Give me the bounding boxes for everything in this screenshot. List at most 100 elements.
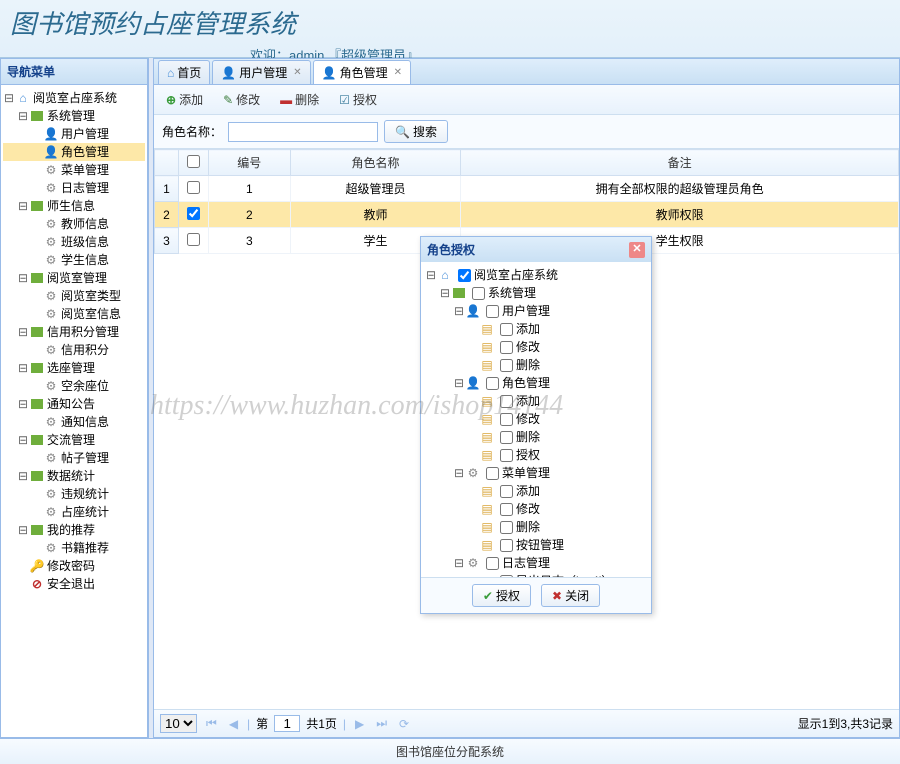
table-row[interactable]: 22教师教师权限 xyxy=(155,202,899,228)
perm-tree-item[interactable]: ⊟👤用户管理 xyxy=(425,302,647,320)
nav-item[interactable]: ⊟交流管理 xyxy=(3,431,145,449)
col-header[interactable]: 角色名称 xyxy=(290,150,461,176)
tree-toggle-icon[interactable]: ⊟ xyxy=(453,374,465,392)
nav-item[interactable]: ⊟系统管理 xyxy=(3,107,145,125)
perm-tree-item[interactable]: ▤删除 xyxy=(425,356,647,374)
perm-checkbox[interactable] xyxy=(500,395,513,408)
nav-item[interactable]: ⚙信用积分 xyxy=(3,341,145,359)
tab[interactable]: 👤角色管理✕ xyxy=(313,60,411,84)
perm-checkbox[interactable] xyxy=(486,467,499,480)
perm-checkbox[interactable] xyxy=(500,341,513,354)
nav-item[interactable]: ⊟选座管理 xyxy=(3,359,145,377)
perm-checkbox[interactable] xyxy=(500,449,513,462)
nav-item[interactable]: ⊟通知公告 xyxy=(3,395,145,413)
tree-toggle-icon[interactable]: ⊟ xyxy=(17,269,29,287)
nav-item[interactable]: ⚙菜单管理 xyxy=(3,161,145,179)
nav-item[interactable]: ⚙教师信息 xyxy=(3,215,145,233)
nav-item[interactable]: ⊘安全退出 xyxy=(3,575,145,593)
search-input[interactable] xyxy=(228,122,378,142)
col-header[interactable]: 备注 xyxy=(461,150,899,176)
nav-item[interactable]: ⚙班级信息 xyxy=(3,233,145,251)
next-page-button[interactable]: ▶ xyxy=(352,717,367,731)
tree-toggle-icon[interactable]: ⊟ xyxy=(453,302,465,320)
perm-tree-item[interactable]: ▤修改 xyxy=(425,338,647,356)
row-checkbox[interactable] xyxy=(187,207,200,220)
refresh-button[interactable]: ⟳ xyxy=(396,717,412,731)
add-button[interactable]: ⊕添加 xyxy=(160,89,209,110)
perm-tree-item[interactable]: ▤授权 xyxy=(425,446,647,464)
dialog-ok-button[interactable]: ✔授权 xyxy=(472,584,531,607)
tab[interactable]: 👤用户管理✕ xyxy=(212,60,310,84)
perm-checkbox[interactable] xyxy=(500,413,513,426)
col-header[interactable]: 编号 xyxy=(209,150,291,176)
tree-toggle-icon[interactable]: ⊟ xyxy=(17,395,29,413)
tree-toggle-icon[interactable]: ⊟ xyxy=(439,284,451,302)
last-page-button[interactable]: ⏭ xyxy=(373,716,390,731)
perm-tree-item[interactable]: ▤添加 xyxy=(425,320,647,338)
nav-item[interactable]: ⊟⌂阅览室占座系统 xyxy=(3,89,145,107)
nav-item[interactable]: ⚙阅览室信息 xyxy=(3,305,145,323)
tab[interactable]: ⌂首页 xyxy=(158,60,210,84)
perm-checkbox[interactable] xyxy=(500,359,513,372)
page-input[interactable] xyxy=(274,715,300,732)
tree-toggle-icon[interactable]: ⊟ xyxy=(17,323,29,341)
perm-checkbox[interactable] xyxy=(486,377,499,390)
perm-tree-item[interactable]: ▤修改 xyxy=(425,410,647,428)
perm-tree-item[interactable]: ⊟⌂阅览室占座系统 xyxy=(425,266,647,284)
perm-checkbox[interactable] xyxy=(500,323,513,336)
tab-close-icon[interactable]: ✕ xyxy=(394,67,402,78)
nav-item[interactable]: ⊟师生信息 xyxy=(3,197,145,215)
search-button[interactable]: 🔍搜索 xyxy=(384,120,448,143)
first-page-button[interactable]: ⏮ xyxy=(203,716,220,731)
perm-tree-item[interactable]: ⊟👤角色管理 xyxy=(425,374,647,392)
tree-toggle-icon[interactable]: ⊟ xyxy=(17,467,29,485)
pagesize-select[interactable]: 10 xyxy=(160,714,197,733)
select-all-checkbox[interactable] xyxy=(187,155,200,168)
tree-toggle-icon[interactable]: ⊟ xyxy=(425,266,437,284)
tree-toggle-icon[interactable]: ⊟ xyxy=(17,521,29,539)
perm-checkbox[interactable] xyxy=(458,269,471,282)
nav-item[interactable]: 🔑修改密码 xyxy=(3,557,145,575)
nav-item[interactable]: 👤用户管理 xyxy=(3,125,145,143)
perm-checkbox[interactable] xyxy=(486,557,499,570)
auth-button[interactable]: ☑授权 xyxy=(333,89,383,110)
perm-checkbox[interactable] xyxy=(500,485,513,498)
nav-item[interactable]: ⊟信用积分管理 xyxy=(3,323,145,341)
table-row[interactable]: 11超级管理员拥有全部权限的超级管理员角色 xyxy=(155,176,899,202)
perm-tree-item[interactable]: ⊟⚙菜单管理 xyxy=(425,464,647,482)
perm-tree-item[interactable]: ⊟⚙日志管理 xyxy=(425,554,647,572)
prev-page-button[interactable]: ◀ xyxy=(226,717,241,731)
nav-item[interactable]: ⚙日志管理 xyxy=(3,179,145,197)
nav-item[interactable]: ⚙通知信息 xyxy=(3,413,145,431)
nav-item[interactable]: ⚙空余座位 xyxy=(3,377,145,395)
edit-button[interactable]: ✎修改 xyxy=(217,89,266,110)
perm-checkbox[interactable] xyxy=(500,521,513,534)
row-checkbox[interactable] xyxy=(187,181,200,194)
tree-toggle-icon[interactable]: ⊟ xyxy=(17,431,29,449)
tree-toggle-icon[interactable]: ⊟ xyxy=(453,464,465,482)
perm-checkbox[interactable] xyxy=(500,539,513,552)
tree-toggle-icon[interactable]: ⊟ xyxy=(453,554,465,572)
nav-item[interactable]: ⚙阅览室类型 xyxy=(3,287,145,305)
perm-checkbox[interactable] xyxy=(500,503,513,516)
nav-item[interactable]: ⊟数据统计 xyxy=(3,467,145,485)
row-checkbox[interactable] xyxy=(187,233,200,246)
delete-button[interactable]: ▬删除 xyxy=(274,89,325,110)
perm-checkbox[interactable] xyxy=(486,305,499,318)
tree-toggle-icon[interactable]: ⊟ xyxy=(3,89,15,107)
perm-tree-item[interactable]: ▤修改 xyxy=(425,500,647,518)
perm-checkbox[interactable] xyxy=(472,287,485,300)
dialog-close-button[interactable]: ✕ xyxy=(629,242,645,258)
tree-toggle-icon[interactable]: ⊟ xyxy=(17,107,29,125)
perm-tree-item[interactable]: ⊟系统管理 xyxy=(425,284,647,302)
nav-item[interactable]: ⊟阅览室管理 xyxy=(3,269,145,287)
perm-tree-item[interactable]: ▤按钮管理 xyxy=(425,536,647,554)
perm-tree-item[interactable]: ▤添加 xyxy=(425,482,647,500)
tree-toggle-icon[interactable]: ⊟ xyxy=(17,359,29,377)
dialog-header[interactable]: 角色授权 ✕ xyxy=(421,237,651,262)
nav-item[interactable]: ⚙违规统计 xyxy=(3,485,145,503)
nav-item[interactable]: ⚙学生信息 xyxy=(3,251,145,269)
nav-item[interactable]: ⚙帖子管理 xyxy=(3,449,145,467)
nav-item[interactable]: ⚙占座统计 xyxy=(3,503,145,521)
tree-toggle-icon[interactable]: ⊟ xyxy=(17,197,29,215)
